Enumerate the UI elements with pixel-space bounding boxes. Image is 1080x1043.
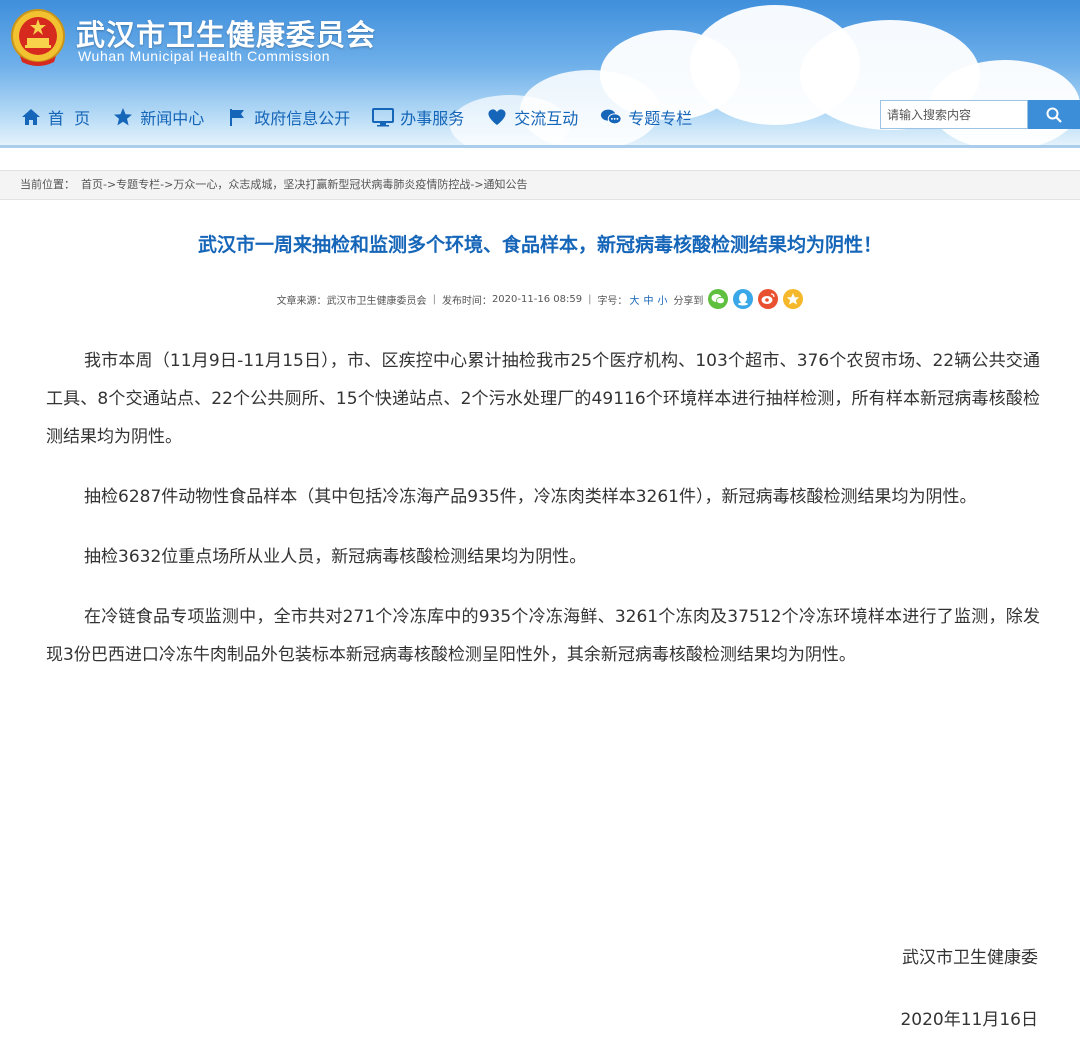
nav-label: 政府信息公开 bbox=[254, 109, 351, 128]
qzone-icon[interactable] bbox=[783, 289, 804, 309]
article-body: 我市本周（11月9日-11月15日），市、区疾控中心累计抽检我市25个医疗机构、… bbox=[46, 342, 1040, 696]
nav-label: 办事服务 bbox=[400, 109, 465, 128]
nav-item-interaction[interactable]: 交流互动 bbox=[486, 105, 578, 129]
article-meta: 文章来源： 武汉市卫生健康委员会 | 发布时间： 2020-11-16 08:5… bbox=[0, 289, 1080, 309]
chat-icon bbox=[600, 106, 622, 128]
national-emblem-icon[interactable] bbox=[10, 8, 66, 70]
home-icon bbox=[20, 106, 42, 128]
breadcrumb-label: 当前位置： bbox=[20, 178, 75, 191]
flag-icon bbox=[226, 106, 248, 128]
breadcrumb: 当前位置： 首页->专题专栏->万众一心，众志成城，坚决打赢新型冠状病毒肺炎疫情防… bbox=[0, 170, 1080, 200]
font-small-button[interactable]: 小 bbox=[657, 292, 667, 307]
source-label: 文章来源： bbox=[276, 295, 327, 307]
site-subtitle-en: Wuhan Municipal Health Commission bbox=[78, 48, 331, 64]
font-size-label: 字号： bbox=[597, 295, 628, 307]
nav-item-home[interactable]: 首 页 bbox=[20, 105, 90, 129]
article-paragraph: 抽检6287件动物性食品样本（其中包括冷冻海产品935件，冷冻肉类样本3261件… bbox=[84, 487, 977, 507]
share-label: 分享到 bbox=[673, 295, 704, 307]
article-paragraph: 在冷链食品专项监测中，全市共对271个冷冻库中的935个冷冻海鲜、3261个冻肉… bbox=[46, 607, 1040, 665]
header-divider bbox=[0, 145, 1080, 148]
site-header: 武汉市卫生健康委员会 Wuhan Municipal Health Commis… bbox=[0, 0, 1080, 146]
article-paragraph: 我市本周（11月9日-11月15日），市、区疾控中心累计抽检我市25个医疗机构、… bbox=[46, 351, 1040, 447]
nav-item-services[interactable]: 办事服务 bbox=[372, 105, 464, 129]
font-large-button[interactable]: 大 bbox=[629, 292, 639, 307]
article-sign-date: 2020年11月16日 bbox=[900, 1010, 1038, 1030]
star-icon bbox=[112, 106, 134, 128]
search-button[interactable] bbox=[1028, 100, 1080, 129]
monitor-icon bbox=[372, 106, 395, 128]
nav-item-news[interactable]: 新闻中心 bbox=[112, 105, 204, 129]
search-input[interactable] bbox=[880, 100, 1028, 129]
nav-label: 交流互动 bbox=[514, 109, 579, 128]
nav-label: 新闻中心 bbox=[140, 109, 205, 128]
weibo-icon[interactable] bbox=[758, 289, 779, 309]
search-icon bbox=[1046, 107, 1062, 123]
article-paragraph: 抽检3632位重点场所从业人员，新冠病毒核酸检测结果均为阴性。 bbox=[84, 547, 587, 567]
nav-item-gov-info[interactable]: 政府信息公开 bbox=[226, 105, 350, 129]
nav-item-topics[interactable]: 专题专栏 bbox=[600, 105, 692, 129]
article-title: 武汉市一周来抽检和监测多个环境、食品样本，新冠病毒核酸检测结果均为阴性！ bbox=[197, 234, 882, 256]
meta-separator: | bbox=[432, 293, 436, 305]
main-nav: 首 页 新闻中心 政府信息公开 办事服务 交流互动 专题专栏 bbox=[20, 102, 714, 132]
date-value: 2020-11-16 08:59 bbox=[491, 293, 583, 305]
qq-icon[interactable] bbox=[733, 289, 754, 309]
source-value: 武汉市卫生健康委员会 bbox=[326, 295, 427, 307]
article-signature: 武汉市卫生健康委 bbox=[902, 948, 1038, 968]
nav-label: 首 页 bbox=[48, 109, 91, 128]
heart-icon bbox=[486, 106, 508, 128]
date-label: 发布时间： bbox=[441, 295, 492, 307]
wechat-icon[interactable] bbox=[708, 289, 729, 309]
breadcrumb-path[interactable]: 首页->专题专栏->万众一心，众志成城，坚决打赢新型冠状病毒肺炎疫情防控战->通… bbox=[81, 178, 528, 191]
font-medium-button[interactable]: 中 bbox=[643, 292, 653, 307]
nav-label: 专题专栏 bbox=[628, 109, 693, 128]
meta-separator: | bbox=[588, 293, 592, 305]
